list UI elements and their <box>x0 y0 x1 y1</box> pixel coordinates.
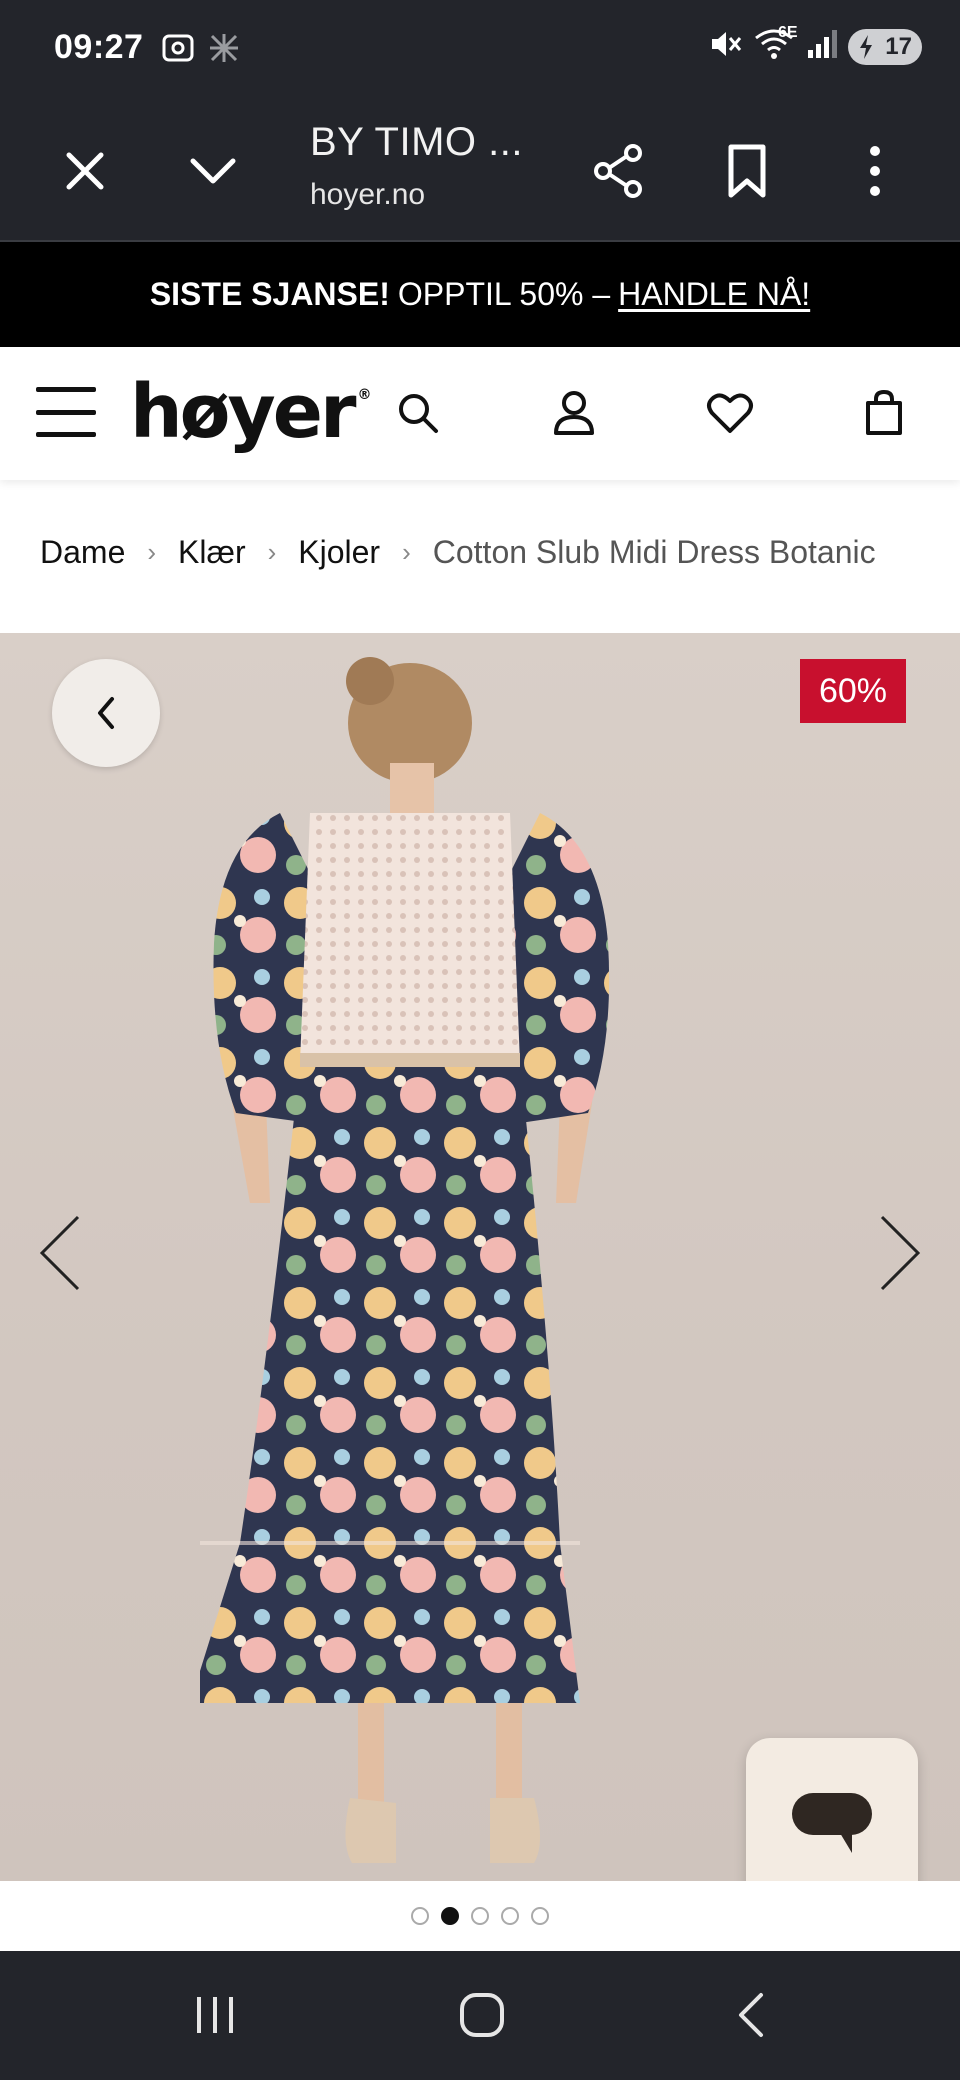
wifi-icon: 6E <box>752 24 798 67</box>
gallery-dot[interactable] <box>441 1907 459 1925</box>
promo-cta-link[interactable]: HANDLE NÅ! <box>618 276 810 313</box>
gallery-back-button[interactable] <box>52 659 160 767</box>
breadcrumb-separator: › <box>147 537 157 567</box>
promo-banner[interactable]: SISTE SJANSE! OPPTIL 50% – HANDLE NÅ! <box>0 242 960 347</box>
share-icon[interactable] <box>584 136 654 206</box>
chevron-left-icon <box>98 697 114 729</box>
breadcrumb-current: Cotton Slub Midi Dress Botanic <box>432 534 876 570</box>
logo-text: høyer <box>130 369 356 455</box>
battery-icon: 17 <box>848 28 922 66</box>
status-bar: 09:27 6E 17 <box>0 0 960 100</box>
mute-icon <box>706 26 742 67</box>
breadcrumb: Dame › Klær › Kjoler › Cotton Slub Midi … <box>40 534 876 571</box>
status-left-icons <box>160 30 242 71</box>
logo-mark: ® <box>357 387 372 403</box>
chat-bubble-icon <box>792 1793 872 1853</box>
browser-domain[interactable]: hoyer.no <box>310 178 425 212</box>
status-time: 09:27 <box>54 28 144 66</box>
breadcrumb-item-klaer[interactable]: Klær <box>178 534 246 571</box>
system-navigation-bar <box>0 1951 960 2080</box>
gallery-next-arrow-icon[interactable] <box>870 1203 930 1303</box>
bookmark-icon[interactable] <box>712 136 782 206</box>
account-icon[interactable] <box>544 383 604 443</box>
status-right: 6E 17 <box>706 24 922 67</box>
chevron-down-icon[interactable] <box>178 136 248 206</box>
discount-badge: 60% <box>800 659 906 723</box>
back-icon[interactable] <box>716 1985 786 2045</box>
wishlist-heart-icon[interactable] <box>700 383 760 443</box>
network-label: 6E <box>778 24 798 41</box>
promo-bold: SISTE SJANSE! <box>149 276 390 312</box>
more-vert-icon[interactable] <box>840 136 910 206</box>
logo[interactable]: høyer ® <box>130 369 371 455</box>
battery-level: 17 <box>885 32 912 60</box>
product-image-gallery[interactable]: 60% <box>0 633 960 1881</box>
gallery-dot[interactable] <box>471 1907 489 1925</box>
menu-icon[interactable] <box>36 387 96 437</box>
charging-bolt-icon <box>858 34 874 66</box>
site-header: høyer ® <box>0 347 960 480</box>
promo-text: OPPTIL 50% – <box>397 276 611 312</box>
close-icon[interactable] <box>50 136 120 206</box>
gallery-pagination <box>0 1881 960 1951</box>
gallery-prev-arrow-icon[interactable] <box>30 1203 90 1303</box>
recent-apps-icon[interactable] <box>180 1985 250 2045</box>
signal-icon <box>806 26 838 67</box>
gallery-dot[interactable] <box>411 1907 429 1925</box>
screenshot-icon <box>160 30 196 71</box>
cart-bag-icon[interactable] <box>854 383 914 443</box>
product-photo <box>200 657 610 1863</box>
breadcrumb-separator: › <box>267 537 277 567</box>
home-icon[interactable] <box>447 1985 517 2045</box>
breadcrumb-item-kjoler[interactable]: Kjoler <box>298 534 380 571</box>
gallery-icon <box>206 30 242 71</box>
browser-page-title[interactable]: BY TIMO ... <box>310 120 523 165</box>
browser-toolbar: BY TIMO ... hoyer.no <box>0 100 960 242</box>
breadcrumb-separator: › <box>402 537 411 567</box>
gallery-dot[interactable] <box>501 1907 519 1925</box>
search-icon[interactable] <box>388 383 448 443</box>
gallery-dot[interactable] <box>531 1907 549 1925</box>
breadcrumb-item-dame[interactable]: Dame <box>40 534 125 571</box>
